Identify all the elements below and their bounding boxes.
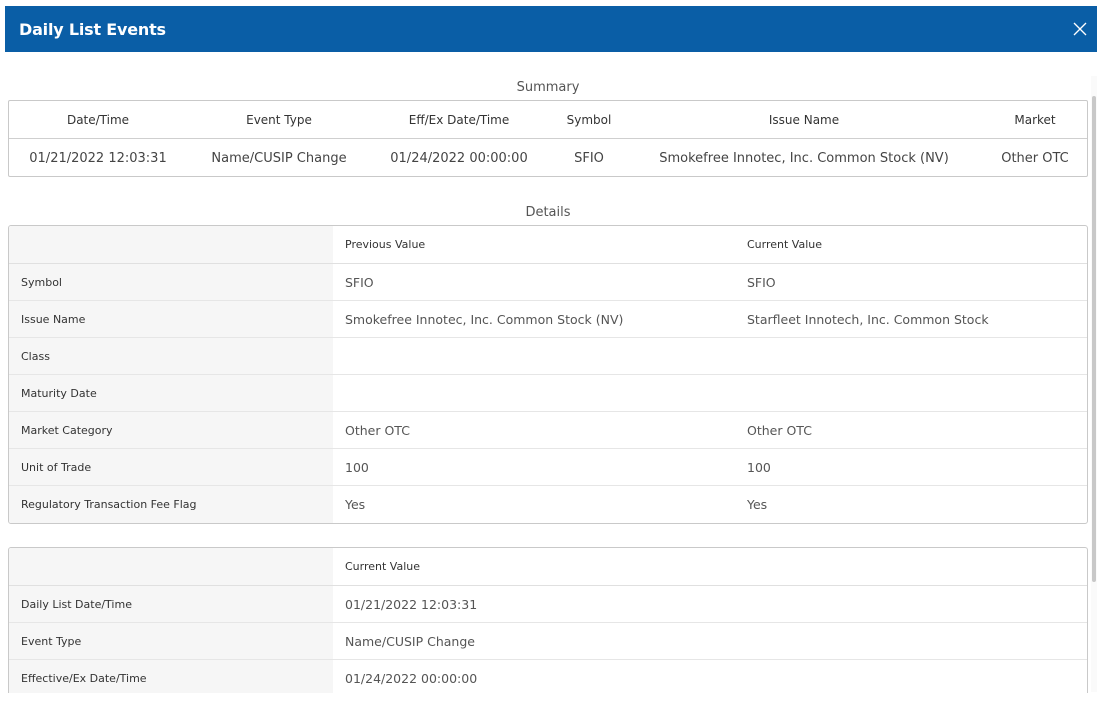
- current-value: Starfleet Innotech, Inc. Common Stock: [747, 311, 989, 327]
- summary-cell: SFIO: [574, 150, 604, 166]
- summary-header-cell: Eff/Ex Date/Time: [408, 112, 510, 127]
- current-value: 01/24/2022 00:00:00: [345, 671, 478, 686]
- details-header-previous: Previous Value: [345, 238, 426, 251]
- summary-cell: 01/24/2022 00:00:00: [390, 150, 528, 166]
- previous-value: [333, 375, 735, 411]
- event-info-row-event-type: Event Type Name/CUSIP Change: [9, 623, 1087, 660]
- summary-header-cell: Date/Time: [66, 112, 130, 127]
- previous-value: Yes: [345, 497, 366, 512]
- row-label: Issue Name: [9, 301, 333, 337]
- current-value: Yes: [747, 497, 768, 512]
- row-label: Effective/Ex Date/Time: [9, 660, 333, 693]
- details-table: Previous Value Current Value Symbol SFIO…: [8, 225, 1088, 524]
- previous-value: SFIO: [345, 274, 374, 290]
- dialog-title: Daily List Events: [19, 19, 166, 39]
- summary-header-cell: Market: [1014, 112, 1056, 127]
- details-header-current: Current Value: [747, 238, 823, 251]
- previous-value: Other OTC: [345, 422, 410, 438]
- close-button[interactable]: [1063, 6, 1097, 52]
- current-value: [735, 338, 1087, 374]
- row-label: Daily List Date/Time: [9, 586, 333, 622]
- summary-header-cell: Symbol: [566, 112, 612, 127]
- details-row-symbol: Symbol SFIO SFIO: [9, 264, 1087, 301]
- current-value: Name/CUSIP Change: [345, 633, 475, 649]
- previous-value: 100: [345, 459, 369, 475]
- summary-header-row: Date/Time Event Type Eff/Ex Date/Time Sy…: [9, 101, 1087, 139]
- summary-header-cell: Event Type: [246, 112, 312, 127]
- summary-header-cell: Issue Name: [768, 112, 840, 127]
- event-info-row-daily-list-datetime: Daily List Date/Time 01/21/2022 12:03:31: [9, 586, 1087, 623]
- summary-cell: Name/CUSIP Change: [211, 150, 347, 166]
- event-info-header-current: Current Value: [345, 560, 421, 573]
- details-header-row: Previous Value Current Value: [9, 226, 1087, 264]
- row-label: Unit of Trade: [9, 449, 333, 485]
- details-row-class: Class: [9, 338, 1087, 375]
- details-header-label: [9, 226, 333, 263]
- details-row-maturity-date: Maturity Date: [9, 375, 1087, 412]
- previous-value: [333, 338, 735, 374]
- event-info-row-effective-datetime: Effective/Ex Date/Time 01/24/2022 00:00:…: [9, 660, 1087, 693]
- summary-title: Summary: [516, 80, 580, 95]
- current-value: 01/21/2022 12:03:31: [345, 596, 478, 612]
- event-info-header-label: [9, 548, 333, 585]
- row-label: Market Category: [9, 412, 333, 448]
- row-label: Event Type: [9, 623, 333, 659]
- row-label: Regulatory Transaction Fee Flag: [9, 486, 333, 523]
- summary-table: Date/Time Event Type Eff/Ex Date/Time Sy…: [8, 100, 1088, 177]
- details-row-market-category: Market Category Other OTC Other OTC: [9, 412, 1087, 449]
- current-value: SFIO: [747, 274, 776, 290]
- current-value: 100: [747, 459, 771, 475]
- summary-cell: Smokefree Innotec, Inc. Common Stock (NV…: [659, 150, 949, 166]
- close-icon: [1073, 22, 1087, 36]
- summary-cell: 01/21/2022 12:03:31: [29, 150, 167, 166]
- previous-value: Smokefree Innotec, Inc. Common Stock (NV…: [345, 311, 624, 327]
- details-title: Details: [525, 205, 571, 220]
- row-label: Symbol: [9, 264, 333, 300]
- details-row-unit-of-trade: Unit of Trade 100 100: [9, 449, 1087, 486]
- event-info-table: Current Value Daily List Date/Time 01/21…: [8, 547, 1088, 693]
- summary-cell: Other OTC: [1001, 150, 1069, 166]
- scrollbar-thumb[interactable]: [1092, 96, 1096, 582]
- row-label: Maturity Date: [9, 375, 333, 411]
- event-info-header-row: Current Value: [9, 548, 1087, 586]
- summary-data-row: 01/21/2022 12:03:31 Name/CUSIP Change 01…: [9, 139, 1087, 177]
- dialog-titlebar: Daily List Events: [5, 6, 1097, 52]
- details-row-issue-name: Issue Name Smokefree Innotec, Inc. Commo…: [9, 301, 1087, 338]
- current-value: [735, 375, 1087, 411]
- details-row-fee-flag: Regulatory Transaction Fee Flag Yes Yes: [9, 486, 1087, 523]
- row-label: Class: [9, 338, 333, 374]
- current-value: Other OTC: [747, 422, 812, 438]
